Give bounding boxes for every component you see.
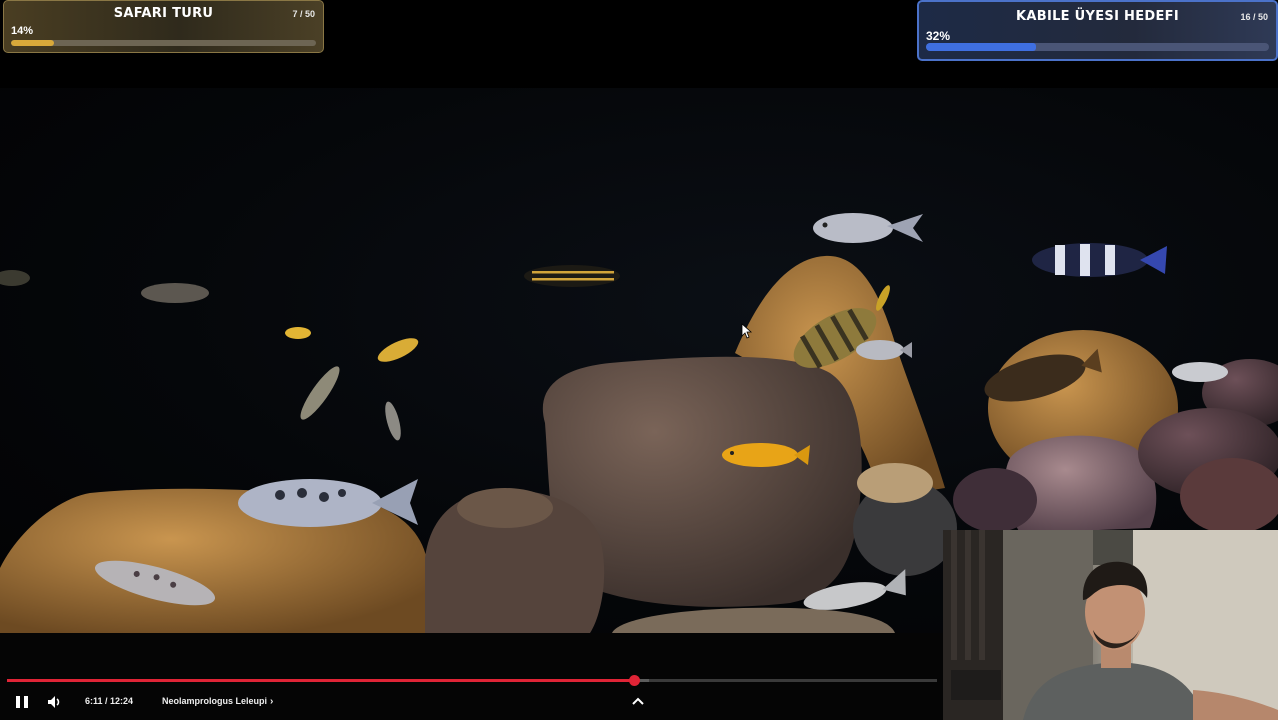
fish-pale-small bbox=[385, 401, 401, 441]
fish-dark-far-left bbox=[0, 270, 30, 286]
safari-goal-title: SAFARI TURU bbox=[113, 6, 214, 21]
kabile-goal-title: KABILE ÜYESI HEDEFI bbox=[1016, 9, 1179, 24]
pause-icon[interactable] bbox=[13, 693, 31, 711]
seek-bar-handle[interactable] bbox=[628, 675, 640, 686]
fish-blue-striped bbox=[1032, 243, 1167, 277]
kabile-goal-percent: 32% bbox=[926, 29, 951, 43]
fish-silver-small-mid bbox=[856, 340, 912, 360]
fish-silver-right bbox=[1172, 362, 1228, 382]
kabile-goal-count: 16 / 50 bbox=[1240, 12, 1268, 22]
kabile-goal-widget: KABILE ÜYESI HEDEFI 16 / 50 32% bbox=[917, 0, 1278, 61]
chapter-title: Neolamprologus Leleupi bbox=[162, 696, 268, 706]
seek-bar[interactable] bbox=[7, 675, 937, 686]
seek-bar-played bbox=[7, 679, 634, 682]
rock-flat-front bbox=[612, 607, 895, 633]
safari-goal-count: 7 / 50 bbox=[292, 9, 315, 19]
fish-gray-left bbox=[141, 283, 209, 303]
volume-icon[interactable] bbox=[46, 693, 64, 711]
fish-yellow-small-2 bbox=[377, 338, 419, 362]
rock-purple-small bbox=[953, 468, 1037, 532]
chevron-right-icon: › bbox=[270, 696, 274, 707]
fish-silver-top bbox=[813, 213, 923, 243]
chevron-up-icon[interactable] bbox=[631, 695, 645, 707]
fish-pale-diving bbox=[300, 366, 340, 420]
safari-goal-progress-track bbox=[11, 40, 316, 46]
mouse-cursor-icon bbox=[741, 323, 753, 339]
rock-beige-mid bbox=[857, 463, 933, 503]
fish-yellow-small-1 bbox=[285, 327, 311, 339]
time-display: 6:11 / 12:24 bbox=[85, 696, 134, 706]
player-controls: 6:11 / 12:24 Neolamprologus Leleupi › bbox=[0, 633, 943, 720]
kabile-goal-progress-track bbox=[926, 43, 1269, 51]
safari-goal-percent: 14% bbox=[11, 25, 34, 37]
kabile-goal-progress-fill bbox=[926, 43, 1036, 51]
rock-small-brown bbox=[457, 488, 553, 528]
webcam-overlay bbox=[943, 530, 1278, 720]
safari-goal-progress-fill bbox=[11, 40, 54, 46]
safari-goal-widget: SAFARI TURU 7 / 50 14% bbox=[3, 0, 324, 53]
fish-black-yellow-striped bbox=[524, 265, 620, 287]
webcam-person-image bbox=[943, 530, 1278, 720]
chapter-link[interactable]: Neolamprologus Leleupi › bbox=[162, 696, 273, 707]
